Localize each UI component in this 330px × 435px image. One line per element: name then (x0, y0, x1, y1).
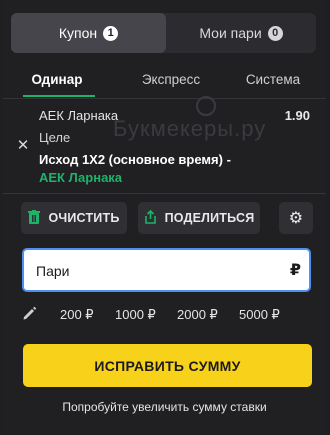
betslip-panel: Купон 1 Мои пари 0 Одинар Экспресс Систе… (3, 0, 326, 435)
share-icon (144, 209, 157, 227)
coupon-count-badge: 1 (103, 25, 119, 41)
quick-amount-200[interactable]: 200 ₽ (60, 307, 94, 323)
action-buttons: ОЧИСТИТЬ ПОДЕЛИТЬСЯ ⚙ (3, 202, 326, 236)
quick-amount-1000[interactable]: 1000 ₽ (115, 307, 156, 323)
tab-coupon[interactable]: Купон 1 (11, 13, 166, 53)
bet-market: Исход 1Х2 (основное время) - (39, 152, 231, 167)
active-tab-underline (23, 95, 95, 97)
bet-item: ✕ АЕК Ларнака 1.90 Целе Исход 1Х2 (основ… (3, 102, 326, 192)
quick-amount-5000[interactable]: 5000 ₽ (239, 307, 280, 323)
bet-selection: АЕК Ларнака (39, 170, 123, 185)
settings-button[interactable]: ⚙ (279, 202, 313, 234)
remove-bet-close-icon[interactable]: ✕ (15, 138, 31, 154)
pencil-icon[interactable] (22, 306, 38, 322)
gear-icon: ⚙ (288, 210, 304, 227)
my-bets-count-badge: 0 (267, 25, 283, 41)
divider (3, 193, 326, 194)
bet-odds: 1.90 (284, 108, 310, 123)
tab-single[interactable]: Одинар (17, 62, 97, 96)
fix-amount-button[interactable]: ИСПРАВИТЬ СУММУ (23, 344, 312, 387)
ruble-icon: ₽ (289, 262, 301, 279)
clear-button[interactable]: ОЧИСТИТЬ (21, 202, 127, 234)
share-button[interactable]: ПОДЕЛИТЬСЯ (138, 202, 260, 234)
bet-team-name: АЕК Ларнака (39, 108, 119, 123)
watermark-ball-icon (196, 96, 216, 116)
share-button-label: ПОДЕЛИТЬСЯ (164, 211, 255, 225)
tab-coupon-label: Купон (58, 25, 98, 41)
quick-amount-2000[interactable]: 2000 ₽ (177, 307, 218, 323)
betslip-top-tabs: Купон 1 Мои пари 0 (11, 13, 316, 53)
tab-system[interactable]: Система (225, 62, 321, 96)
bet-event-name: Целе (39, 130, 71, 145)
hint-text: Попробуйте увеличить сумму ставки (62, 400, 267, 414)
clear-button-label: ОЧИСТИТЬ (48, 211, 120, 225)
tab-my-bets[interactable]: Мои пари 0 (166, 13, 316, 53)
tab-express[interactable]: Экспресс (121, 62, 221, 96)
stake-input[interactable] (34, 260, 258, 282)
stake-field[interactable]: ₽ (22, 248, 311, 292)
tab-my-bets-label: Мои пари (199, 25, 262, 41)
quick-amounts: 200 ₽ 1000 ₽ 2000 ₽ 5000 ₽ (3, 306, 326, 324)
trash-icon (28, 209, 41, 227)
bet-type-tabs: Одинар Экспресс Система (3, 62, 326, 98)
divider (3, 98, 326, 99)
